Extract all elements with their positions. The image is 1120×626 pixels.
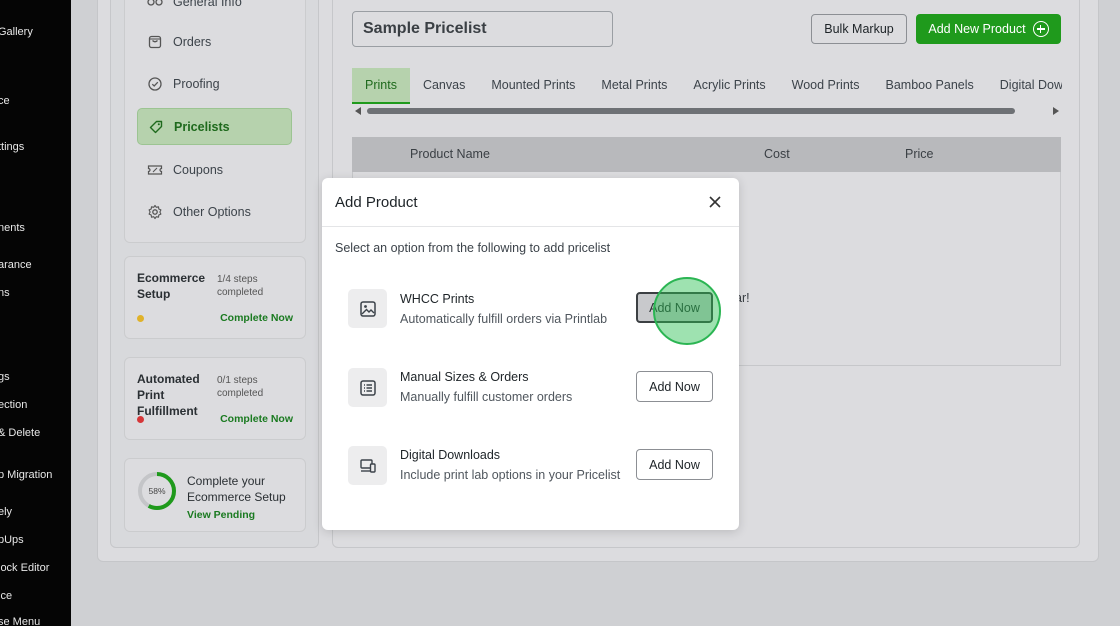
scroll-thumb[interactable] xyxy=(367,108,1015,114)
progress-ring: 58% xyxy=(138,472,176,510)
modal-subtitle: Select an option from the following to a… xyxy=(335,241,611,255)
close-icon[interactable] xyxy=(706,193,724,211)
ecommerce-setup-card: Ecommerce Setup 1/4 steps completed Comp… xyxy=(124,256,306,339)
nav-item-label: General Info xyxy=(173,0,242,9)
complete-now-link[interactable]: Complete Now xyxy=(220,413,293,425)
option-title: Manual Sizes & Orders xyxy=(400,370,529,384)
add-digital-downloads-button[interactable]: Add Now xyxy=(636,449,713,480)
wp-menu-item[interactable]: ttings xyxy=(0,141,71,153)
nav-item-label: Orders xyxy=(173,34,212,49)
wp-menu-item[interactable]: ns xyxy=(0,287,71,299)
column-product-name: Product Name xyxy=(410,147,490,161)
setup-title: Automated Print Fulfillment xyxy=(137,372,200,418)
setup-progress-card: 58% Complete your Ecommerce Setup View P… xyxy=(124,458,306,532)
add-manual-sizes-button[interactable]: Add Now xyxy=(636,371,713,402)
tag-icon xyxy=(148,119,164,135)
nav-item-label: Coupons xyxy=(173,162,224,177)
wp-menu-item[interactable]: ely xyxy=(0,506,71,518)
nav-item-coupons[interactable]: Coupons xyxy=(137,151,292,188)
add-whcc-prints-button[interactable]: Add Now xyxy=(636,292,713,323)
wp-menu-item[interactable]: nents xyxy=(0,222,71,234)
wp-menu-item[interactable]: lock Editor xyxy=(0,562,71,574)
setup-steps: 0/1 steps completed xyxy=(217,375,264,399)
wp-menu-item[interactable]: pUps xyxy=(0,534,71,546)
nav-item-orders[interactable]: Orders xyxy=(137,23,292,60)
tab-mounted-prints[interactable]: Mounted Prints xyxy=(478,68,588,104)
list-icon xyxy=(348,368,387,407)
nav-item-pricelists[interactable]: Pricelists xyxy=(137,108,292,145)
nav-item-other-options[interactable]: Other Options xyxy=(137,193,292,230)
status-dot xyxy=(137,416,144,423)
option-description: Manually fulfill customer orders xyxy=(400,390,573,404)
gear-icon xyxy=(147,204,163,220)
scroll-left-icon[interactable] xyxy=(355,107,361,115)
wp-menu-item[interactable]: p Migration xyxy=(0,469,71,481)
option-description: Include print lab options in your Pricel… xyxy=(400,468,621,482)
image-icon xyxy=(348,289,387,328)
wp-menu-item[interactable]: se Menu xyxy=(0,616,71,626)
tab-prints[interactable]: Prints xyxy=(352,68,410,104)
column-cost: Cost xyxy=(764,147,790,161)
product-table-header: Product Name Cost Price xyxy=(352,137,1061,172)
option-title: Digital Downloads xyxy=(400,448,501,462)
orders-icon xyxy=(147,34,163,50)
add-new-product-label: Add New Product xyxy=(928,22,1026,36)
scroll-right-icon[interactable] xyxy=(1053,107,1059,115)
tab-bamboo-panels[interactable]: Bamboo Panels xyxy=(873,68,987,104)
modal-header: Add Product xyxy=(322,178,739,227)
wp-admin-sidebar: Gallery ce ttings nents arance ns gs ect… xyxy=(0,0,71,626)
wp-menu-item[interactable]: ce xyxy=(0,95,71,107)
wp-menu-item[interactable]: gs xyxy=(0,371,71,383)
product-category-tabs: Prints Canvas Mounted Prints Metal Prints Ac… xyxy=(352,68,1062,104)
option-title: WHCC Prints xyxy=(400,292,475,306)
tab-acrylic-prints[interactable]: Acrylic Prints xyxy=(680,68,778,104)
nav-item-label: Other Options xyxy=(173,204,251,219)
coupon-icon xyxy=(147,162,163,178)
proofing-icon xyxy=(147,76,163,92)
devices-icon xyxy=(348,446,387,485)
status-dot xyxy=(137,315,144,322)
wp-menu-item[interactable]: & Delete xyxy=(0,427,71,439)
progress-title: Complete your Ecommerce Setup xyxy=(187,474,286,504)
view-pending-link[interactable]: View Pending xyxy=(187,509,255,521)
add-new-product-button[interactable]: Add New Product xyxy=(916,14,1061,44)
nav-item-label: Pricelists xyxy=(174,119,230,134)
tab-canvas[interactable]: Canvas xyxy=(410,68,478,104)
tab-metal-prints[interactable]: Metal Prints xyxy=(588,68,680,104)
nav-item-proofing[interactable]: Proofing xyxy=(137,65,292,102)
pricelist-name-input[interactable] xyxy=(352,11,613,47)
tab-digital-downloads[interactable]: Digital Downl xyxy=(987,68,1062,104)
nav-item-general-info[interactable]: General Info xyxy=(137,0,292,20)
tabs-scrollbar[interactable] xyxy=(352,105,1062,117)
wp-menu-item[interactable]: arance xyxy=(0,259,71,271)
plus-circle-icon xyxy=(1032,21,1049,37)
modal-title: Add Product xyxy=(335,194,418,211)
nav-item-label: Proofing xyxy=(173,76,220,91)
progress-percent: 58% xyxy=(148,486,165,496)
wp-menu-item[interactable]: ice xyxy=(0,590,71,602)
complete-now-link[interactable]: Complete Now xyxy=(220,312,293,324)
bulk-markup-button[interactable]: Bulk Markup xyxy=(811,14,907,44)
option-description: Automatically fulfill orders via Printla… xyxy=(400,312,608,326)
add-product-modal: Add Product Select an option from the fo… xyxy=(322,178,739,530)
wp-menu-item[interactable]: Gallery xyxy=(0,26,71,38)
print-fulfillment-card: Automated Print Fulfillment 0/1 steps co… xyxy=(124,357,306,440)
setup-steps: 1/4 steps completed xyxy=(217,274,264,298)
general-info-icon xyxy=(147,0,163,10)
setup-title: Ecommerce Setup xyxy=(137,271,206,301)
column-price: Price xyxy=(905,147,934,161)
wp-menu-item[interactable]: ection xyxy=(0,399,71,411)
tab-wood-prints[interactable]: Wood Prints xyxy=(779,68,873,104)
